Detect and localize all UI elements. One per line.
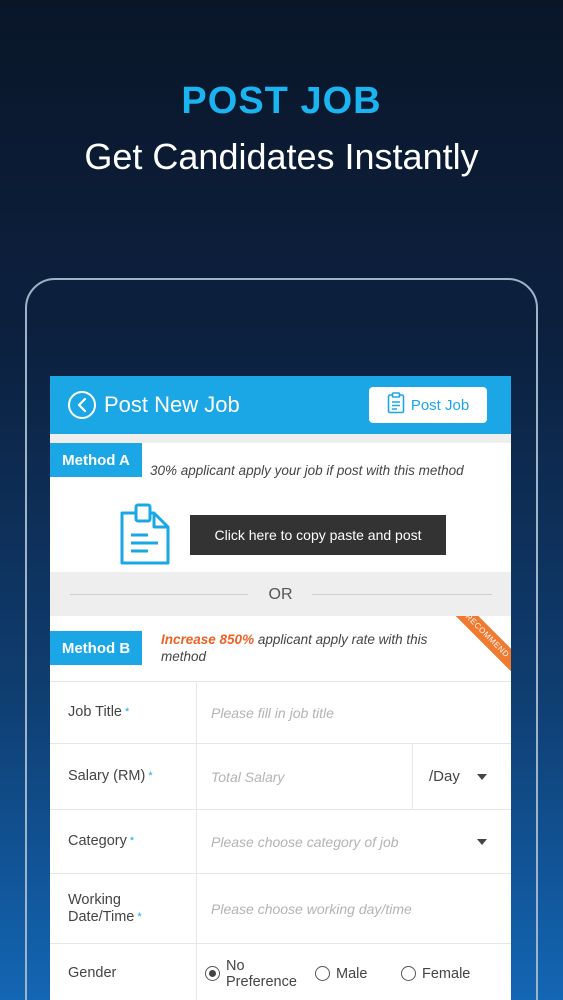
copy-paste-post-button[interactable]: Click here to copy paste and post [190, 515, 446, 555]
method-a-description: 30% applicant apply your job if post wit… [150, 463, 464, 478]
gender-option-male[interactable]: Male [315, 966, 391, 982]
chevron-down-icon [477, 838, 487, 845]
or-label: OR [268, 586, 293, 603]
post-job-label: Post Job [410, 396, 470, 414]
required-mark: * [148, 770, 153, 782]
gender-label: Gender [50, 944, 197, 1000]
category-row: Category * Please choose category of job [50, 810, 511, 874]
gender-option-label: Male [336, 965, 368, 982]
gender-option-label: Female [422, 965, 471, 982]
gender-option-label: No Preference [226, 957, 297, 990]
working-label-line1: Working [68, 891, 121, 908]
category-select[interactable]: Please choose category of job [197, 810, 511, 873]
required-mark: * [137, 910, 142, 923]
required-mark: * [129, 835, 135, 847]
job-title-input[interactable]: Please fill in job title [197, 682, 511, 743]
job-title-label: Job Title * [50, 682, 197, 743]
gender-option-female[interactable]: Female [401, 966, 470, 982]
separator [50, 434, 511, 443]
category-label: Category * [50, 810, 197, 873]
gender-row: Gender No Preference Male Female [50, 944, 511, 1000]
method-b-badge: Method B [50, 631, 142, 665]
salary-row: Salary (RM) * Total Salary /Day [50, 744, 511, 810]
radio-unselected-icon [315, 966, 330, 981]
page-title: Post New Job [104, 392, 240, 417]
salary-unit-value: /Day [429, 768, 460, 785]
chevron-down-icon [477, 773, 487, 780]
required-mark: * [125, 706, 130, 718]
salary-label: Salary (RM) * [50, 744, 197, 809]
method-b-highlight: Increase 850% [161, 632, 255, 647]
app-screen: Post New Job Post Job Method A 30% appli… [50, 376, 511, 1000]
working-label: Working Date/Time * [50, 874, 197, 943]
gender-option-no-preference[interactable]: No Preference [205, 958, 305, 990]
category-placeholder: Please choose category of job [211, 833, 399, 850]
back-icon[interactable] [68, 391, 96, 419]
post-job-button[interactable]: Post Job [369, 387, 487, 423]
job-title-label-text: Job Title [68, 704, 122, 720]
method-b-description: Increase 850% applicant apply rate with … [161, 631, 471, 665]
or-divider: OR [50, 572, 511, 616]
salary-input[interactable]: Total Salary [197, 744, 412, 809]
salary-unit-select[interactable]: /Day [412, 744, 511, 809]
working-datetime-select[interactable]: Please choose working day/time [197, 874, 511, 943]
method-a-section: Method A 30% applicant apply your job if… [50, 443, 511, 572]
document-clipboard-icon [118, 503, 174, 572]
promo-subtitle: Get Candidates Instantly [84, 136, 479, 177]
radio-selected-icon [205, 966, 220, 981]
category-label-text: Category [68, 833, 127, 849]
gender-radio-group: No Preference Male Female [197, 944, 511, 1000]
clipboard-icon [387, 392, 405, 418]
promo-title: POST JOB [181, 80, 382, 122]
radio-unselected-icon [401, 966, 416, 981]
job-title-row: Job Title * Please fill in job title [50, 682, 511, 744]
app-bar: Post New Job Post Job [50, 376, 511, 434]
salary-label-text: Salary (RM) [68, 768, 146, 784]
method-b-section: Method B Increase 850% applicant apply r… [50, 616, 511, 682]
working-row: Working Date/Time * Please choose working… [50, 874, 511, 944]
working-label-line2: Date/Time [68, 908, 135, 925]
method-a-badge: Method A [50, 443, 142, 477]
